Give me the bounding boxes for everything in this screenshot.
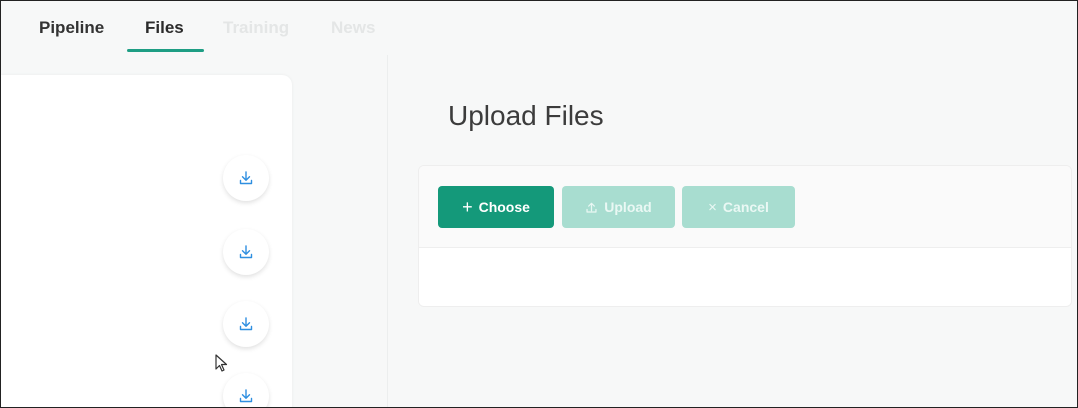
tab-pipeline[interactable]: Pipeline [39, 18, 104, 38]
download-button[interactable] [223, 373, 269, 407]
mouse-cursor-icon [215, 354, 228, 372]
download-icon [239, 171, 253, 185]
upload-label: Upload [604, 199, 652, 215]
download-icon [239, 245, 253, 259]
panel-divider [387, 55, 388, 407]
upload-toolbar: + Choose Upload × Cancel [419, 166, 1071, 248]
choose-button[interactable]: + Choose [438, 186, 554, 228]
cancel-label: Cancel [722, 199, 769, 215]
close-icon: × [708, 198, 717, 216]
tab-bar: Pipeline Files Training News [1, 1, 1077, 55]
file-upload-card: + Choose Upload × Cancel [418, 165, 1072, 307]
cancel-button[interactable]: × Cancel [682, 186, 795, 228]
download-icon [239, 389, 253, 403]
upload-button[interactable]: Upload [562, 186, 675, 228]
choose-label: Choose [478, 199, 530, 215]
page-title: Upload Files [448, 100, 604, 131]
download-button[interactable] [223, 301, 269, 347]
download-icon [239, 317, 253, 331]
active-tab-indicator [127, 49, 204, 52]
upload-icon [586, 202, 597, 213]
upload-dropzone[interactable] [419, 248, 1071, 306]
tab-training[interactable]: Training [223, 18, 289, 38]
download-button[interactable] [223, 229, 269, 275]
plus-icon: + [462, 197, 473, 217]
tab-news[interactable]: News [331, 18, 375, 38]
download-button[interactable] [223, 155, 269, 201]
app-frame: Pipeline Files Training News Upload File… [0, 0, 1078, 408]
file-list-panel [1, 75, 292, 407]
tab-files[interactable]: Files [145, 18, 184, 38]
